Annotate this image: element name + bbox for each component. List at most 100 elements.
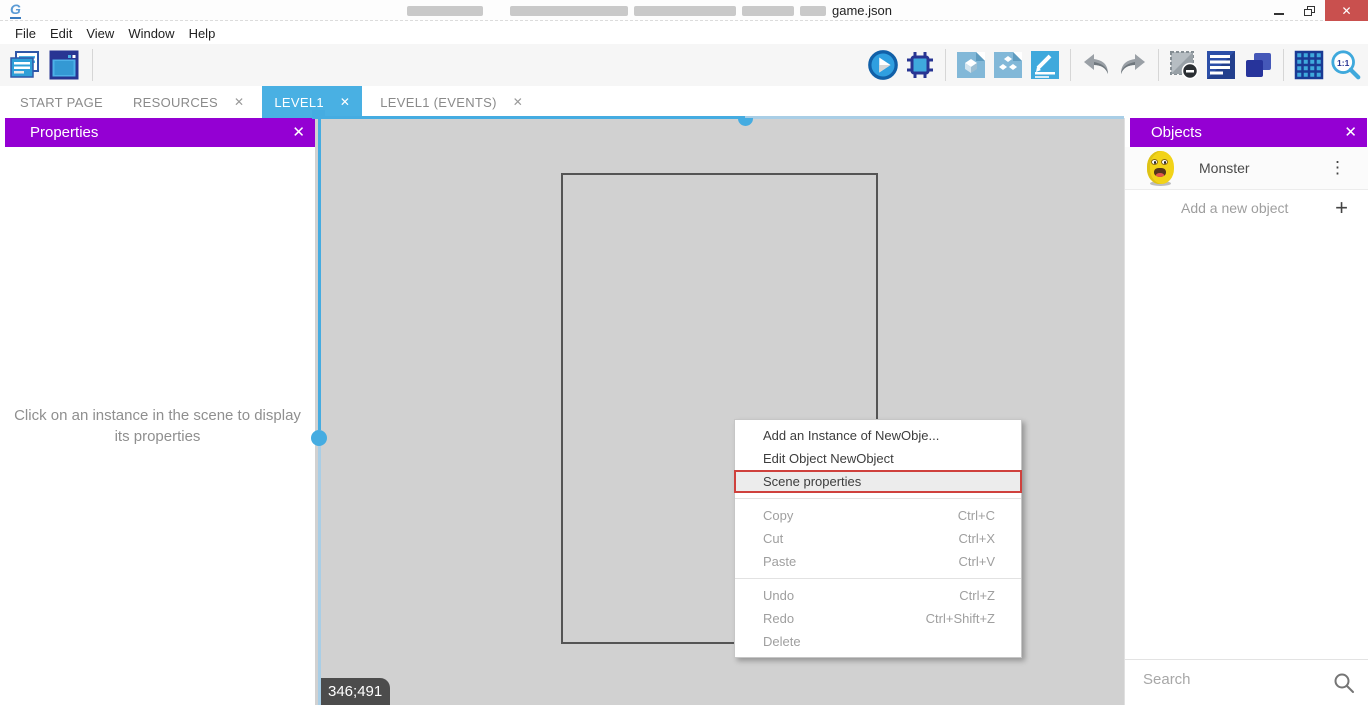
redacted-title-block [634,6,736,16]
plus-icon[interactable]: + [1335,195,1348,221]
menu-item-paste[interactable]: Paste Ctrl+V [735,550,1021,573]
add-object-label: Add a new object [1181,200,1288,216]
horizontal-scrollbar-track[interactable] [745,116,1124,119]
toolbar-separator [945,49,946,81]
menu-item-label: Edit Object NewObject [763,447,894,470]
tab-label: LEVEL1 (EVENTS) [380,95,497,110]
menu-item-shortcut: Ctrl+Shift+Z [926,607,995,630]
close-panel-icon[interactable]: ✕ [1344,123,1357,141]
window-controls: ✕ [1263,0,1368,21]
toolbar-separator [92,49,93,81]
close-button[interactable]: ✕ [1325,0,1368,21]
menu-item-cut[interactable]: Cut Ctrl+X [735,527,1021,550]
tab-start-page[interactable]: START PAGE [8,86,115,118]
vertical-scrollbar-track[interactable] [318,446,321,705]
add-objects-group-icon[interactable] [992,49,1024,81]
tab-label: LEVEL1 [274,95,324,110]
properties-empty-state: Click on an instance in the scene to dis… [10,405,305,447]
toolbar-separator [1283,49,1284,81]
vertical-scrollbar[interactable] [318,111,321,430]
menu-item-redo[interactable]: Redo Ctrl+Shift+Z [735,607,1021,630]
svg-text:1:1: 1:1 [1337,58,1350,68]
properties-panel: Properties ✕ Click on an instance in the… [0,118,315,705]
menu-item-edit-object[interactable]: Edit Object NewObject [735,447,1021,470]
menu-help[interactable]: Help [182,26,223,41]
tab-close-icon[interactable]: ✕ [340,95,350,109]
title-bar: G game.json ✕ [0,0,1368,21]
objects-search-bar [1125,659,1368,705]
zoom-one-to-one-icon[interactable]: 1:1 [1330,49,1362,81]
object-row-monster[interactable]: Monster ⋮ [1125,147,1368,190]
tab-label: RESOURCES [133,95,218,110]
preview-window-icon[interactable] [48,49,80,81]
menu-separator [735,498,1021,499]
tab-close-icon[interactable]: ✕ [513,95,523,109]
tab-label: START PAGE [20,95,103,110]
play-preview-icon[interactable] [867,49,899,81]
toolbar: 1:1 [0,44,1368,86]
undo-icon[interactable] [1080,49,1112,81]
close-panel-icon[interactable]: ✕ [292,123,305,141]
menu-item-label: Add an Instance of NewObje... [763,424,939,447]
menu-item-label: Cut [763,527,783,550]
gdevelop-logo-icon: G [10,1,21,19]
menu-item-scene-properties[interactable]: Scene properties [734,470,1022,493]
more-options-icon[interactable]: ⋮ [1329,158,1346,178]
grid-icon[interactable] [1293,49,1325,81]
redacted-title-block [510,6,628,16]
search-input[interactable] [1143,671,1323,688]
toolbar-separator [1070,49,1071,81]
restore-icon [1304,6,1315,16]
redo-icon[interactable] [1117,49,1149,81]
instances-list-icon[interactable] [1205,49,1237,81]
debug-icon[interactable] [904,49,936,81]
toggle-mask-icon[interactable] [1168,49,1200,81]
properties-panel-header: Properties ✕ [5,118,315,147]
menu-item-add-instance[interactable]: Add an Instance of NewObje... [735,424,1021,447]
menu-item-copy[interactable]: Copy Ctrl+C [735,504,1021,527]
menu-view[interactable]: View [79,26,121,41]
redacted-title-block [742,6,794,16]
menu-window[interactable]: Window [121,26,181,41]
minimize-button[interactable] [1263,0,1294,21]
window-title: game.json [832,3,892,18]
menu-item-undo[interactable]: Undo Ctrl+Z [735,584,1021,607]
tab-close-icon[interactable]: ✕ [234,95,244,109]
menu-bar: File Edit View Window Help [0,22,1368,44]
redacted-title-block [407,6,483,16]
tab-bar: START PAGE RESOURCES ✕ LEVEL1 ✕ LEVEL1 (… [0,86,1368,118]
menu-item-shortcut: Ctrl+C [958,504,995,527]
menu-item-label: Undo [763,584,794,607]
tab-level1-events[interactable]: LEVEL1 (EVENTS) ✕ [368,86,535,118]
menu-item-label: Paste [763,550,796,573]
add-object-row[interactable]: Add a new object + [1125,190,1368,226]
objects-panel-header: Objects ✕ [1130,118,1367,147]
menu-separator [735,578,1021,579]
search-icon[interactable] [1332,671,1356,700]
filter-icon[interactable] [1295,127,1315,139]
horizontal-scrollbar[interactable] [315,116,745,119]
menu-file[interactable]: File [8,26,43,41]
add-object-document-icon[interactable] [955,49,987,81]
layers-icon[interactable] [1242,49,1274,81]
menu-item-label: Delete [763,630,801,653]
menu-item-label: Copy [763,504,793,527]
menu-item-shortcut: Ctrl+X [959,527,995,550]
menu-item-label: Scene properties [763,472,861,491]
toolbar-separator [1158,49,1159,81]
tab-resources[interactable]: RESOURCES ✕ [121,86,256,118]
project-manager-icon[interactable] [8,49,40,81]
redacted-title-block [800,6,826,16]
menu-item-delete[interactable]: Delete [735,630,1021,653]
objects-panel-title: Objects [1151,124,1202,141]
menu-edit[interactable]: Edit [43,26,79,41]
menu-item-shortcut: Ctrl+Z [959,584,995,607]
menu-item-label: Redo [763,607,794,630]
monster-thumbnail-icon [1147,151,1174,186]
edit-scene-properties-icon[interactable] [1029,49,1061,81]
restore-button[interactable] [1294,0,1325,21]
vertical-scrollbar-thumb[interactable] [311,430,327,446]
context-menu: Add an Instance of NewObje... Edit Objec… [734,419,1022,658]
menu-item-shortcut: Ctrl+V [959,550,995,573]
object-name: Monster [1199,160,1250,176]
